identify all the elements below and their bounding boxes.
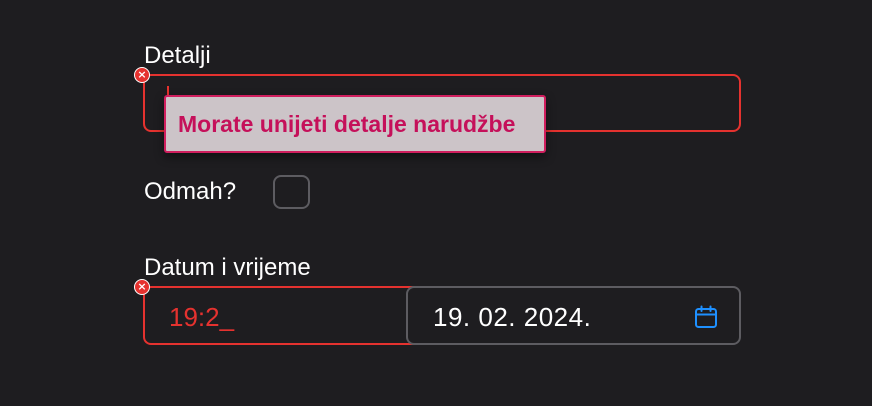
date-input[interactable]: 19. 02. 2024. (406, 286, 741, 345)
calendar-icon[interactable] (693, 304, 719, 330)
order-form: Detalji × Morate unijeti detalje narudžb… (0, 0, 872, 406)
now-label: Odmah? (144, 178, 237, 205)
error-x-icon: × (134, 67, 150, 83)
time-value: 19:2_ (169, 302, 235, 332)
details-label: Detalji (144, 42, 211, 69)
time-input[interactable]: 19:2_ (143, 286, 415, 345)
date-value: 19. 02. 2024. (433, 302, 592, 332)
details-error-tooltip: Morate unijeti detalje narudžbe (164, 95, 546, 153)
now-checkbox[interactable] (273, 175, 310, 209)
datetime-label: Datum i vrijeme (144, 254, 311, 281)
error-x-icon: × (134, 279, 150, 295)
